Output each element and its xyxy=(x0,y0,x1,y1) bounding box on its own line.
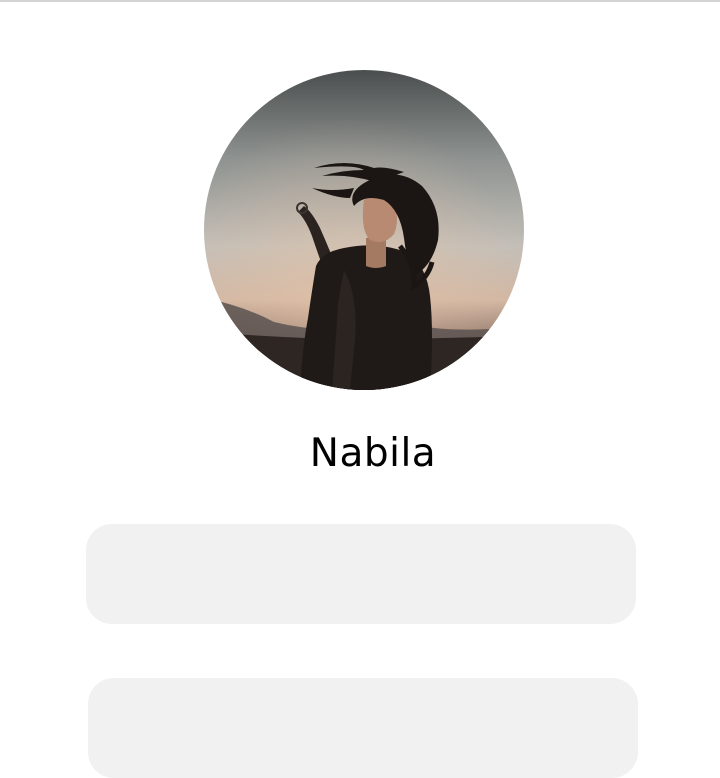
top-divider xyxy=(0,0,720,2)
profile-field-1[interactable] xyxy=(86,524,636,624)
profile-photo-icon xyxy=(204,70,524,390)
profile-field-2[interactable] xyxy=(88,678,638,778)
profile-name: Nabila xyxy=(309,431,437,476)
profile-avatar[interactable] xyxy=(204,70,524,390)
